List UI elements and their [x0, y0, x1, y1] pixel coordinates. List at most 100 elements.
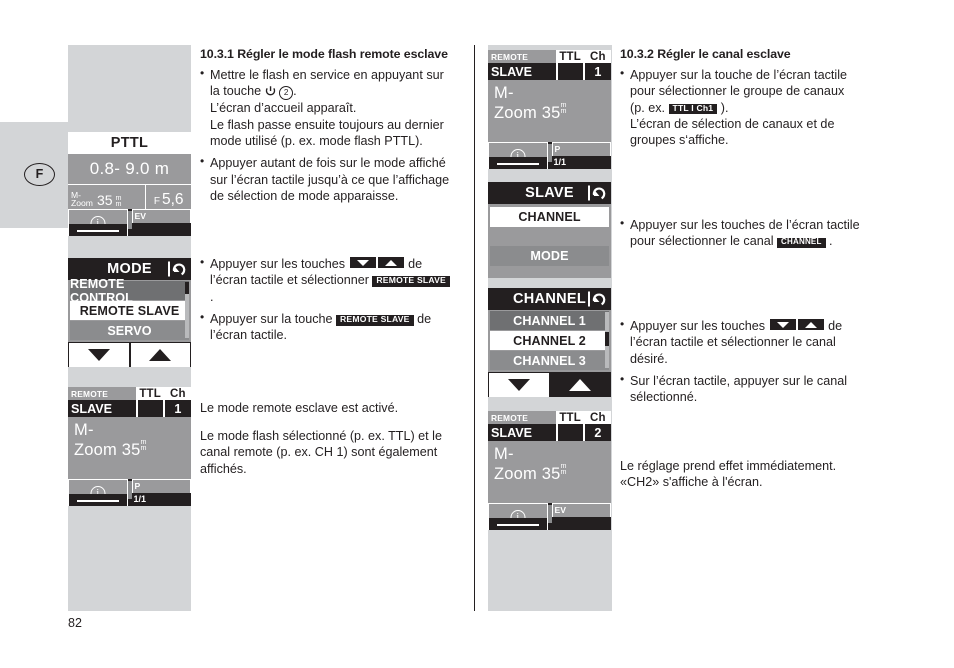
menu-item-remote-slave[interactable]: REMOTE SLAVE	[70, 301, 189, 320]
bullet-list-middle: Appuyer sur les touches de l’écran tacti…	[620, 216, 906, 250]
zoom-display-area: M- Zoom 35 m m	[488, 80, 611, 142]
power-value: 1/1	[551, 156, 611, 169]
lcd-title-text: MODE	[107, 261, 152, 277]
lcd-mode-menu: MODE REMOTE CONTROL REMOTE SLAVE SERVO	[68, 258, 191, 367]
arrow-up-key-icon[interactable]	[797, 319, 824, 331]
list-item: Appuyer sur les touches de l’écran tacti…	[200, 255, 466, 305]
back-arrow-icon[interactable]	[168, 261, 186, 277]
zoom-line-2: Zoom 35 m m	[74, 436, 147, 459]
power-ratio-button[interactable]: P 1/1	[131, 479, 191, 506]
nav-up-button[interactable]	[130, 343, 190, 367]
ev-label: EV	[131, 209, 191, 223]
list-item: Appuyer sur la touche de l’écran tactile…	[620, 66, 906, 148]
zoom-readout: M- Zoom 35 m m	[68, 185, 145, 209]
menu-item-mode[interactable]: MODE	[490, 246, 609, 266]
text-column-10-3-2: 10.3.2 Régler le canal esclave Appuyer s…	[620, 46, 906, 502]
menu-item-remote-control[interactable]: REMOTE CONTROL	[70, 277, 189, 305]
status-flash-mode[interactable]: TTL	[555, 411, 583, 441]
lcd-bottom-bar: i EV	[68, 209, 191, 236]
zoom-display-area: M- Zoom 35 m m	[488, 441, 611, 503]
zoom-line-1: M-	[494, 84, 514, 102]
menu-item-channel-2[interactable]: CHANNEL 2	[490, 331, 609, 350]
back-arrow-icon[interactable]	[588, 185, 606, 201]
power-label: P	[131, 479, 191, 493]
menu-item-channel[interactable]: CHANNEL	[490, 207, 609, 227]
channel-key-chip[interactable]: CHANNEL	[777, 237, 826, 248]
list-item: Appuyer autant de fois sur le mode affic…	[200, 154, 466, 204]
triangle-up-icon	[149, 349, 172, 361]
nav-down-button[interactable]	[489, 373, 549, 397]
ev-button[interactable]: EV	[551, 503, 611, 530]
power-icon	[265, 85, 276, 96]
ev-value	[131, 223, 191, 236]
remote-slave-key-chip[interactable]: REMOTE SLAVE	[372, 276, 450, 288]
status-channel[interactable]: Ch 2	[582, 411, 611, 441]
menu-item-channel-1[interactable]: CHANNEL 1	[490, 311, 609, 330]
power-value: 1/1	[131, 493, 191, 506]
status-header: REMOTE SLAVE TTL Ch 1	[488, 50, 611, 80]
column-divider	[474, 45, 476, 611]
section-heading-10-3-1: 10.3.1 Régler le mode flash remote escla…	[200, 47, 448, 61]
triangle-up-icon	[569, 379, 592, 391]
nav-down-button[interactable]	[69, 343, 129, 367]
info-button[interactable]: i	[68, 479, 128, 506]
info-button[interactable]: i	[488, 142, 548, 169]
arrow-down-key-icon[interactable]	[349, 257, 376, 269]
status-remote-slave: REMOTE SLAVE	[68, 387, 136, 417]
info-button[interactable]: i	[488, 503, 548, 530]
list-item: Appuyer sur les touches de l’écran tacti…	[620, 317, 906, 367]
info-button[interactable]: i	[68, 209, 128, 236]
triangle-down-icon	[507, 379, 530, 391]
note-setting-immediate: Le réglage prend effet immédiatement.	[620, 458, 837, 473]
status-header: REMOTE SLAVE TTL Ch 1	[68, 387, 191, 417]
status-remote-slave: REMOTE SLAVE	[488, 50, 556, 80]
scroll-indicator[interactable]	[185, 282, 189, 338]
status-channel[interactable]: Ch 1	[162, 387, 191, 417]
zoom-line-2: Zoom 35 m m	[494, 99, 567, 122]
list-item: Sur l’écran tactile, appuyer sur le cana…	[620, 372, 906, 406]
zoom-unit: mm	[140, 436, 147, 452]
lcd-slave-menu: SLAVE CHANNEL MODE	[488, 182, 611, 278]
status-flash-mode[interactable]: TTL	[135, 387, 163, 417]
manual-page: F P TTL 0.8- 9.0 m M- Zoom 35 m m F 5,6 E…	[0, 0, 954, 668]
ev-label: EV	[551, 503, 611, 517]
zoom-line-2: Zoom 35 m m	[494, 460, 567, 483]
lcd-bottom-bar: i P 1/1	[68, 479, 191, 506]
arrow-down-key-icon[interactable]	[769, 319, 796, 331]
zoom-unit: m m	[115, 192, 122, 208]
bullet-list-bottom: Appuyer sur les touches de l’écran tacti…	[620, 317, 906, 406]
arrow-up-key-icon[interactable]	[377, 257, 404, 269]
ttl-ch1-key-chip[interactable]: TTL I Ch1	[668, 103, 718, 115]
menu-item-servo[interactable]: SERVO	[70, 321, 189, 340]
lcd-title: SLAVE	[488, 182, 611, 204]
zoom-label: M- Zoom	[71, 189, 93, 208]
status-channel[interactable]: Ch 1	[582, 50, 611, 80]
page-number: 82	[68, 616, 82, 630]
distance-range: 0.8- 9.0 m	[89, 159, 170, 178]
mode-menu-list: REMOTE CONTROL REMOTE SLAVE SERVO	[68, 277, 191, 342]
status-flash-mode[interactable]: TTL	[555, 50, 583, 80]
aperture-label: F	[153, 196, 160, 207]
remote-slave-key-chip[interactable]: REMOTE SLAVE	[336, 314, 414, 326]
zoom-value: 35	[96, 192, 113, 208]
power-ratio-button[interactable]: P 1/1	[551, 142, 611, 169]
bullet-list-top: Appuyer sur la touche de l’écran tactile…	[620, 66, 906, 148]
power-label: P	[551, 142, 611, 156]
text-column-10-3-1: 10.3.1 Régler le mode flash remote escla…	[200, 46, 466, 489]
status-header: REMOTE SLAVE TTL Ch 2	[488, 411, 611, 441]
scroll-indicator[interactable]	[605, 312, 609, 368]
lcd-channel-menu: CHANNEL CHANNEL 1 CHANNEL 2 CHANNEL 3	[488, 288, 611, 397]
section-heading-10-3-2: 10.3.2 Régler le canal esclave	[620, 47, 791, 61]
lcd-title-text: SLAVE	[525, 185, 574, 201]
bullet-list-bottom: Appuyer sur les touches de l’écran tacti…	[200, 255, 466, 343]
ev-button[interactable]: EV	[131, 209, 191, 236]
back-arrow-icon[interactable]	[588, 291, 606, 307]
lcd-distance-area: 0.8- 9.0 m M- Zoom 35 m m F 5,6	[68, 154, 191, 209]
language-code: F	[24, 163, 55, 186]
nav-up-button[interactable]	[550, 373, 610, 397]
aperture-value: 5,6	[162, 190, 184, 208]
list-item: Mettre le flash en service en appuyant s…	[200, 66, 466, 149]
menu-item-channel-3[interactable]: CHANNEL 3	[490, 351, 609, 370]
